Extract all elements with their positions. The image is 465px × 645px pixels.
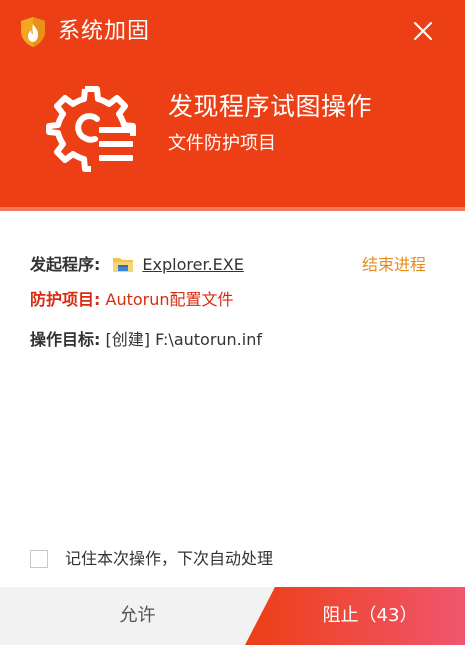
header-stripe (0, 207, 465, 211)
hero-title: 发现程序试图操作 (168, 92, 373, 121)
protection-value: Autorun配置文件 (105, 290, 234, 309)
window-title: 系统加固 (58, 19, 151, 44)
target-value: [创建] F:\autorun.inf (105, 330, 263, 349)
end-process-link[interactable]: 结束进程 (362, 253, 426, 277)
title-bar[interactable]: 系统加固 (0, 0, 465, 62)
remember-option[interactable]: 记住本次操作，下次自动处理 (30, 547, 273, 571)
block-button-label: 阻止（43） (322, 605, 418, 626)
process-link[interactable]: Explorer.EXE (142, 255, 243, 274)
target-label: 操作目标: (30, 330, 101, 349)
remember-checkbox[interactable] (30, 550, 48, 568)
target-row: 操作目标: [创建] F:\autorun.inf (30, 328, 262, 352)
gear-list-icon (46, 86, 136, 172)
allow-button[interactable]: 允许 (0, 587, 275, 645)
protection-row: 防护项目: Autorun配置文件 (30, 288, 234, 312)
close-icon[interactable] (410, 18, 436, 44)
protection-label: 防护项目: (30, 290, 101, 309)
initiator-label: 发起程序: (30, 255, 101, 274)
block-button[interactable]: 阻止（43） (245, 587, 465, 645)
hardening-dialog: 系统加固 发现程序试图操作 文件防护项目 发起程序: Explorer.EXE … (0, 0, 465, 645)
initiator-row: 发起程序: Explorer.EXE (30, 253, 244, 277)
shield-flame-icon (21, 17, 45, 47)
remember-label: 记住本次操作，下次自动处理 (65, 549, 274, 568)
hero-subtitle: 文件防护项目 (168, 133, 276, 154)
folder-icon (113, 258, 134, 272)
button-bar: 允许 阻止（43） (0, 587, 465, 645)
